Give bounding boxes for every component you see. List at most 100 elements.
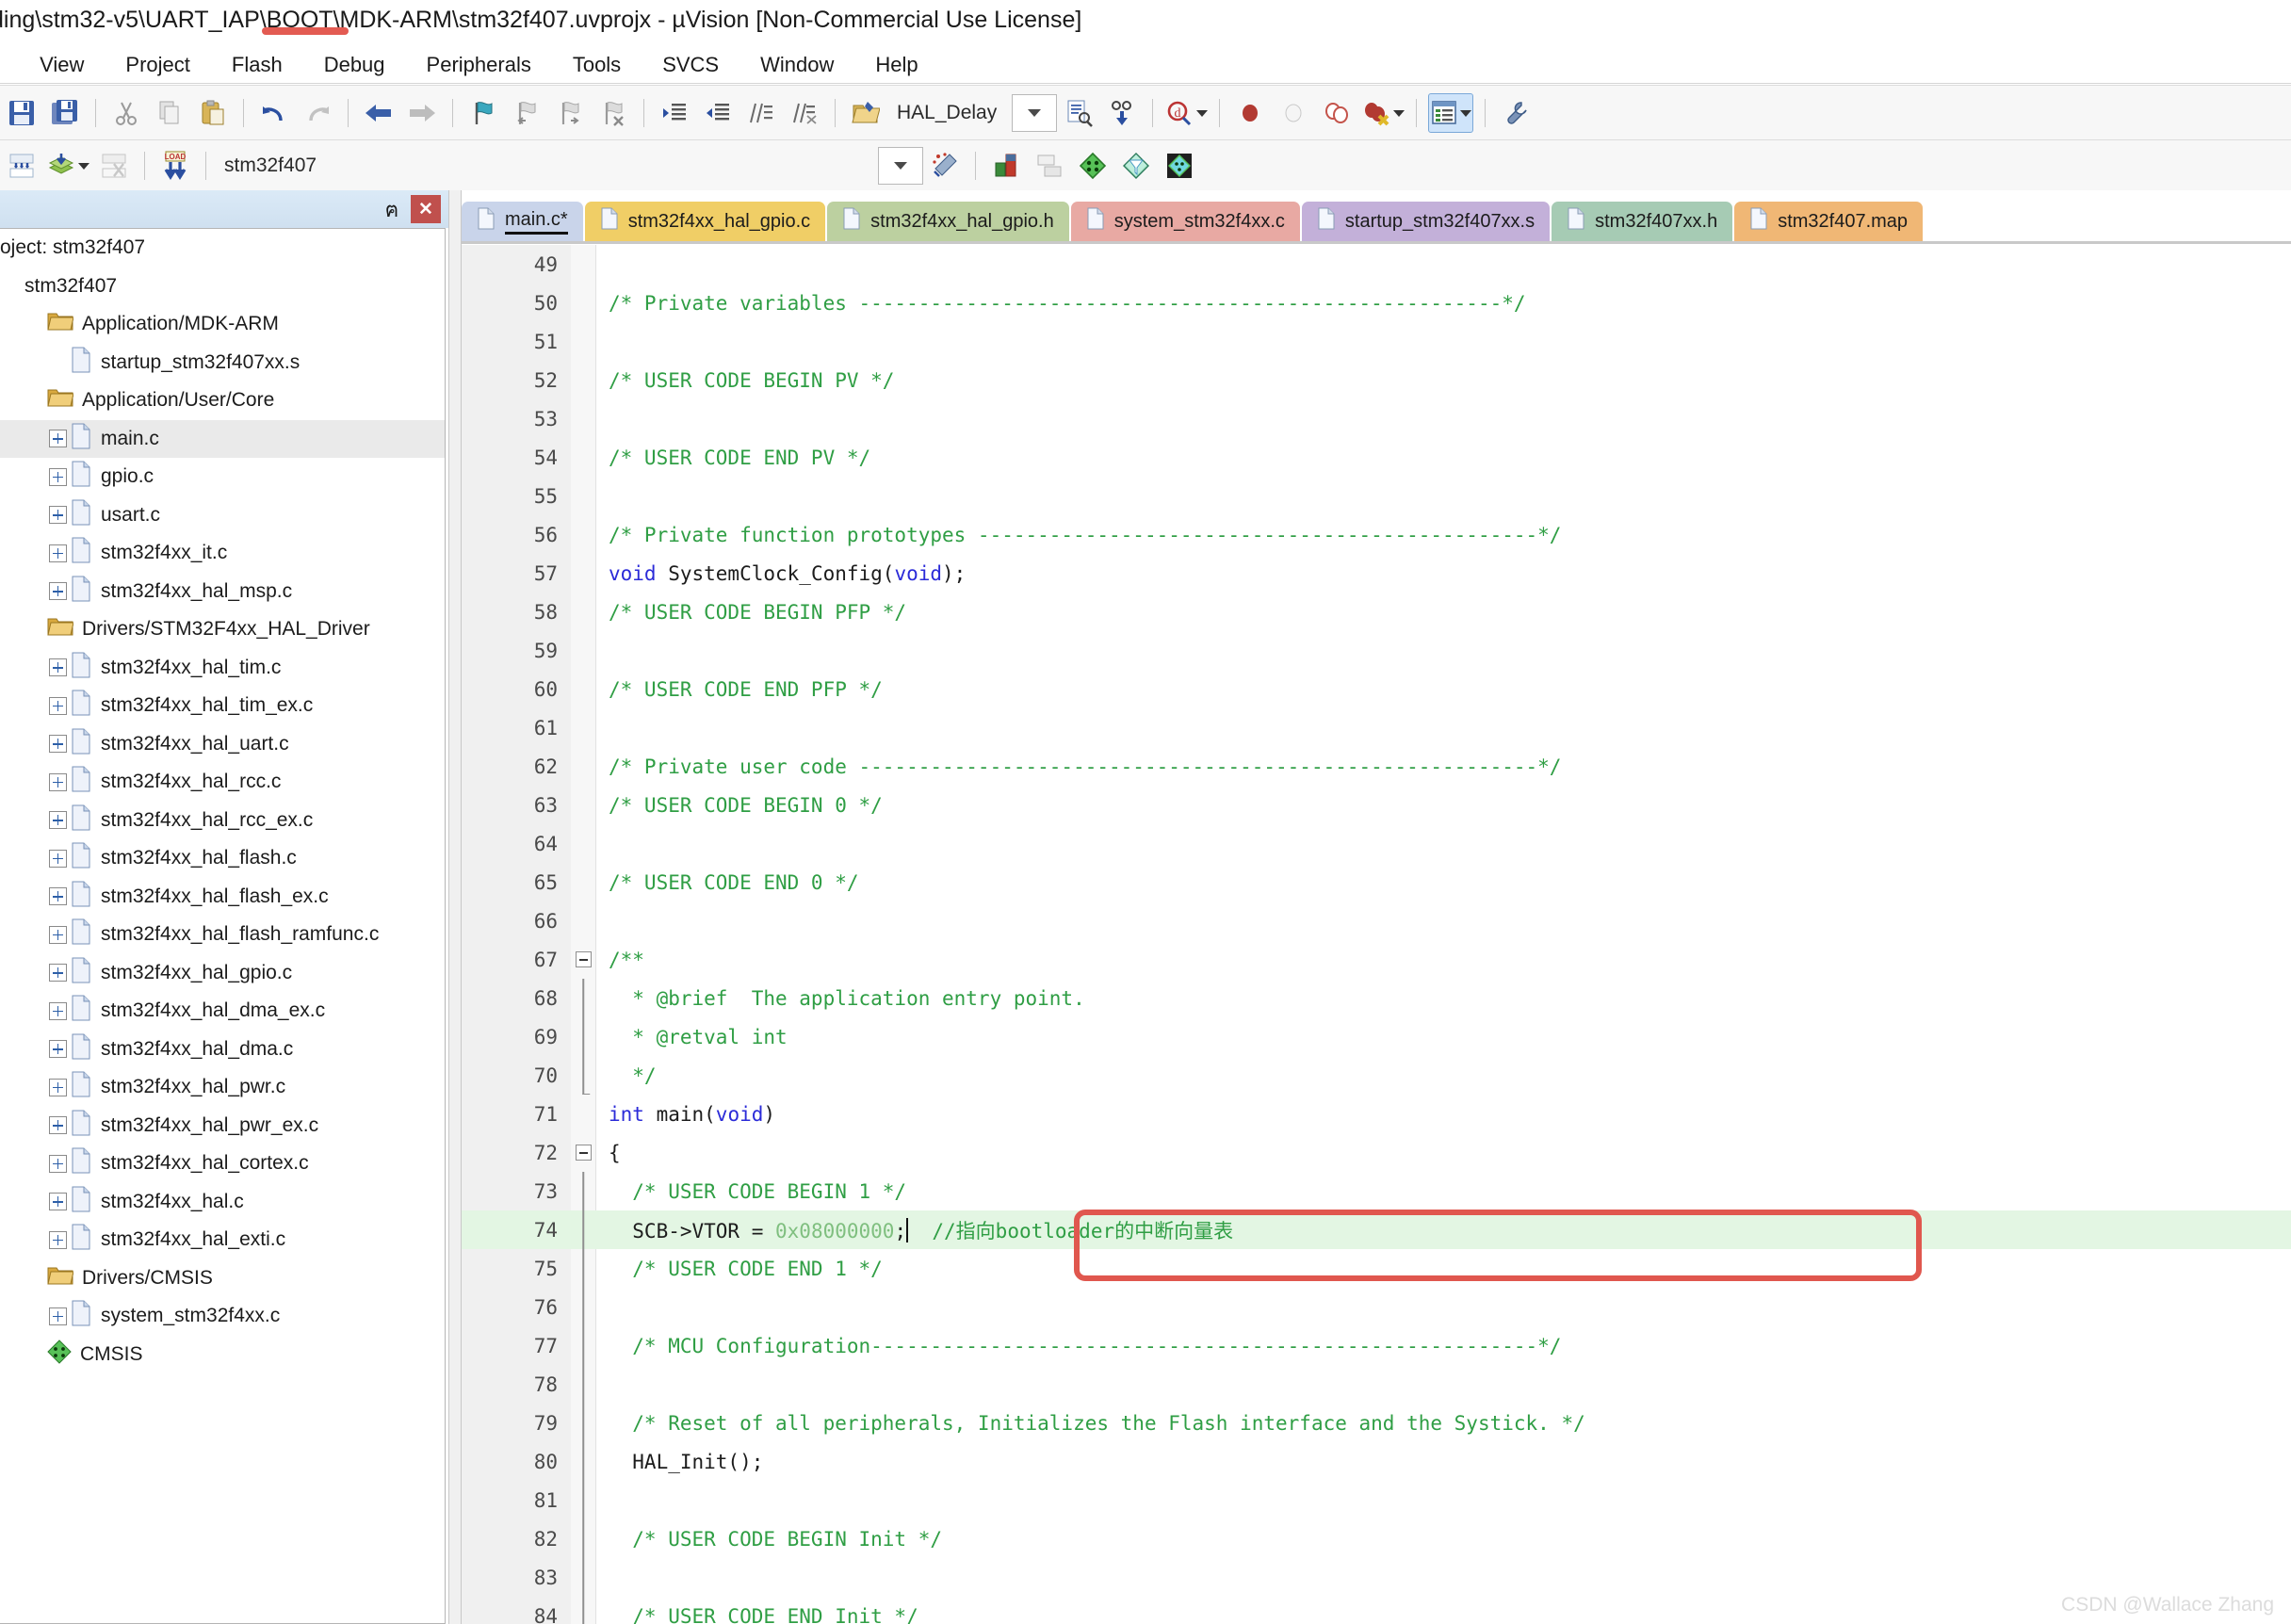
code-line[interactable]: 79 /* Reset of all peripherals, Initiali… <box>462 1404 2291 1442</box>
manage-runtime-button[interactable] <box>987 147 1025 185</box>
pack-filter-button[interactable] <box>1117 147 1155 185</box>
tree-expander-icon[interactable] <box>45 732 70 756</box>
tree-item-stm32f4xx-hal-pwr-ex-c[interactable]: stm32f4xx_hal_pwr_ex.c <box>0 1107 445 1145</box>
code-line[interactable]: 84 /* USER CODE END Init */ <box>462 1597 2291 1624</box>
find-in-files-button[interactable] <box>1060 94 1097 132</box>
plus-icon[interactable] <box>49 506 67 524</box>
code-line[interactable]: 80 HAL_Init(); <box>462 1442 2291 1481</box>
project-window-button[interactable] <box>1428 93 1473 133</box>
tree-expander-icon[interactable] <box>45 1151 70 1176</box>
plus-icon[interactable] <box>49 1079 67 1096</box>
code-line[interactable]: 78 <box>462 1365 2291 1404</box>
collapse-icon[interactable] <box>576 1145 592 1161</box>
code-line[interactable]: 52/* USER CODE BEGIN PV */ <box>462 361 2291 399</box>
fold-marker[interactable] <box>571 1133 595 1172</box>
code-line[interactable]: 58/* USER CODE BEGIN PFP */ <box>462 593 2291 631</box>
tree-item-stm32f4xx-hal-uart-c[interactable]: stm32f4xx_hal_uart.c <box>0 725 445 764</box>
tree-item-stm32f4xx-hal-flash-ex-c[interactable]: stm32f4xx_hal_flash_ex.c <box>0 878 445 917</box>
plus-icon[interactable] <box>49 468 67 486</box>
plus-icon[interactable] <box>49 1116 67 1134</box>
code-line[interactable]: 54/* USER CODE END PV */ <box>462 438 2291 477</box>
clear-bookmarks-button[interactable] <box>594 94 632 132</box>
tree-expander-icon[interactable] <box>45 885 70 909</box>
plus-icon[interactable] <box>49 811 67 829</box>
pane-splitter[interactable] <box>448 190 462 1624</box>
code-line[interactable]: 82 /* USER CODE BEGIN Init */ <box>462 1519 2291 1558</box>
tree-item-main-c[interactable]: main.c <box>0 420 445 459</box>
incremental-find-button[interactable] <box>1103 94 1141 132</box>
code-editor[interactable]: 4950/* Private variables ---------------… <box>462 245 2291 1624</box>
tree-item-stm32f4xx-hal-pwr-c[interactable]: stm32f4xx_hal_pwr.c <box>0 1068 445 1107</box>
tree-item-stm32f407[interactable]: stm32f407 <box>0 268 445 306</box>
editor-tab-stm32f4xx-hal-gpio-c[interactable]: stm32f4xx_hal_gpio.c <box>585 202 825 241</box>
tree-item-application-user-core[interactable]: Application/User/Core <box>0 382 445 420</box>
code-line[interactable]: 50/* Private variables -----------------… <box>462 284 2291 322</box>
code-line[interactable]: 63/* USER CODE BEGIN 0 */ <box>462 786 2291 824</box>
tree-expander-icon[interactable] <box>45 770 70 794</box>
save-button[interactable] <box>3 94 41 132</box>
plus-icon[interactable] <box>49 735 67 753</box>
tree-item-drivers-stm32f4xx-hal-driver[interactable]: Drivers/STM32F4xx_HAL_Driver <box>0 610 445 649</box>
code-line[interactable]: 62/* Private user code -----------------… <box>462 747 2291 786</box>
tree-item-stm32f4xx-hal-cortex-c[interactable]: stm32f4xx_hal_cortex.c <box>0 1145 445 1183</box>
plus-icon[interactable] <box>49 887 67 905</box>
target-dropdown[interactable] <box>878 147 923 185</box>
code-line[interactable]: 71int main(void) <box>462 1095 2291 1133</box>
redo-button[interactable] <box>299 94 336 132</box>
comment-button[interactable] <box>742 94 780 132</box>
tree-item-application-mdk-arm[interactable]: Application/MDK-ARM <box>0 305 445 344</box>
code-line[interactable]: 64 <box>462 824 2291 863</box>
tree-expander-icon[interactable] <box>45 693 70 718</box>
code-line[interactable]: 72{ <box>462 1133 2291 1172</box>
outdent-button[interactable] <box>699 94 737 132</box>
tree-expander-icon[interactable] <box>45 579 70 604</box>
code-line[interactable]: 68 * @brief The application entry point. <box>462 979 2291 1017</box>
tree-expander-icon[interactable] <box>45 656 70 680</box>
build-button[interactable] <box>46 147 89 185</box>
tree-item-stm32f4xx-hal-rcc-c[interactable]: stm32f4xx_hal_rcc.c <box>0 763 445 802</box>
tree-expander-icon[interactable] <box>45 541 70 565</box>
code-line[interactable]: 77 /* MCU Configuration-----------------… <box>462 1326 2291 1365</box>
code-line[interactable]: 61 <box>462 708 2291 747</box>
tree-item-startup-stm32f407xx-s[interactable]: startup_stm32f407xx.s <box>0 344 445 382</box>
tree-item-system-stm32f4xx-c[interactable]: system_stm32f4xx.c <box>0 1297 445 1336</box>
code-line[interactable]: 67/** <box>462 940 2291 979</box>
translate-button[interactable] <box>3 147 41 185</box>
tree-item-stm32f4xx-hal-tim-c[interactable]: stm32f4xx_hal_tim.c <box>0 649 445 688</box>
code-line[interactable]: 69 * @retval int <box>462 1017 2291 1056</box>
menu-item-debug[interactable]: Debug <box>303 53 406 77</box>
code-line[interactable]: 66 <box>462 901 2291 940</box>
tree-item-stm32f4xx-hal-exti-c[interactable]: stm32f4xx_hal_exti.c <box>0 1221 445 1259</box>
pack-installer-button[interactable] <box>1074 147 1112 185</box>
code-line[interactable]: 53 <box>462 399 2291 438</box>
tree-item-stm32f4xx-it-c[interactable]: stm32f4xx_it.c <box>0 534 445 573</box>
editor-tab-main-c-[interactable]: main.c* <box>462 202 583 241</box>
tree-expander-icon[interactable] <box>45 464 70 489</box>
tree-expander-icon[interactable] <box>45 427 70 451</box>
code-line[interactable]: 74 SCB->VTOR = 0x08000000; //指向bootloade… <box>462 1210 2291 1249</box>
tree-expander-icon[interactable] <box>45 1190 70 1214</box>
tree-item-stm32f4xx-hal-rcc-ex-c[interactable]: stm32f4xx_hal_rcc_ex.c <box>0 802 445 840</box>
tree-item-usart-c[interactable]: usart.c <box>0 496 445 535</box>
paste-button[interactable] <box>194 94 232 132</box>
tree-expander-icon[interactable] <box>45 1113 70 1138</box>
back-button[interactable] <box>360 94 398 132</box>
plus-icon[interactable] <box>49 1307 67 1325</box>
close-icon[interactable]: ✕ <box>411 195 441 223</box>
plus-icon[interactable] <box>49 850 67 868</box>
plus-icon[interactable] <box>49 697 67 715</box>
tree-expander-icon[interactable] <box>45 922 70 947</box>
tree-expander-icon[interactable] <box>45 808 70 833</box>
plus-icon[interactable] <box>49 430 67 447</box>
tree-expander-icon[interactable] <box>45 1075 70 1099</box>
menu-item-svcs[interactable]: SVCS <box>642 53 739 77</box>
tree-item-drivers-cmsis[interactable]: Drivers/CMSIS <box>0 1259 445 1298</box>
tree-item-stm32f4xx-hal-tim-ex-c[interactable]: stm32f4xx_hal_tim_ex.c <box>0 687 445 725</box>
plus-icon[interactable] <box>49 773 67 791</box>
plus-icon[interactable] <box>49 658 67 676</box>
plus-icon[interactable] <box>49 964 67 982</box>
collapse-icon[interactable] <box>576 951 592 967</box>
project-tree[interactable]: oject: stm32f407 stm32f407Application/MD… <box>0 228 446 1624</box>
plus-icon[interactable] <box>49 1002 67 1020</box>
kill-all-breakpoints-button[interactable] <box>1361 94 1405 132</box>
